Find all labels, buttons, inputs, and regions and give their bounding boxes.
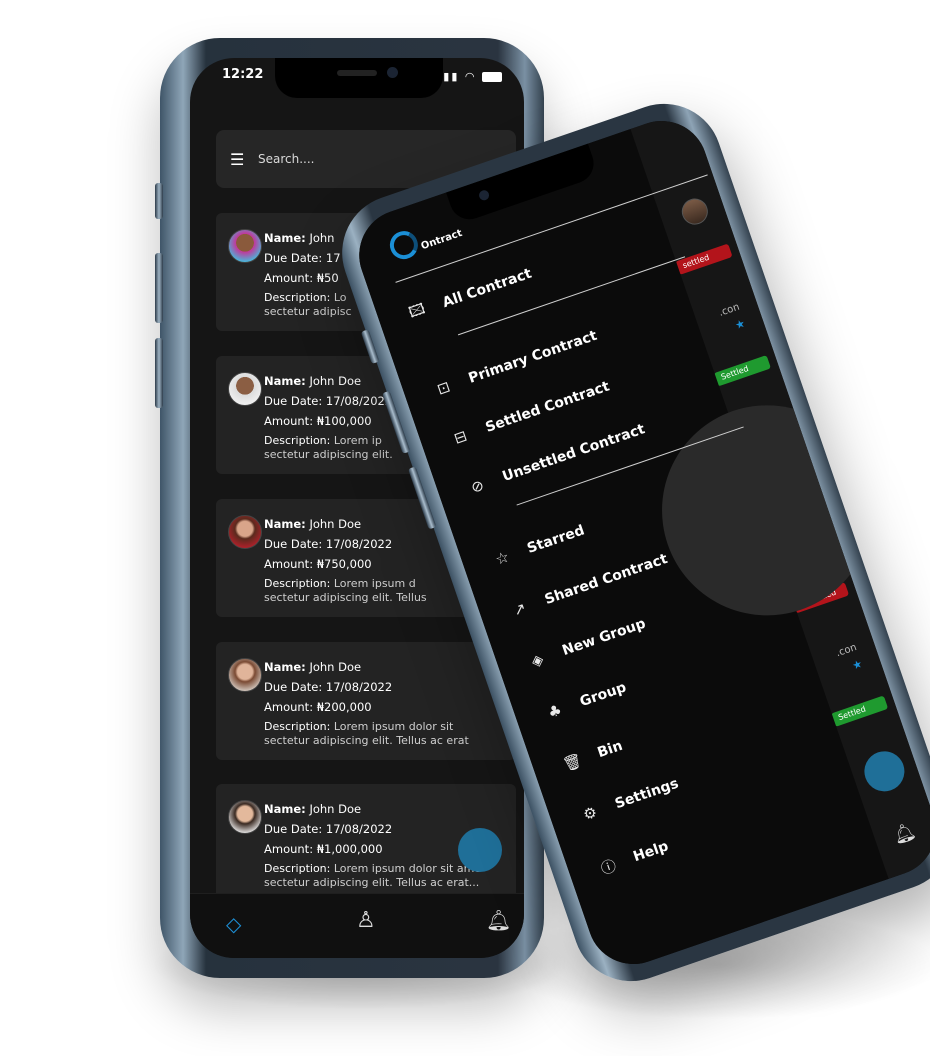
card-description-cont: sectetur adipisc [264, 305, 352, 318]
menu-item-label: Settled Contract [483, 378, 612, 436]
layers-plus-icon: ◈ [528, 649, 546, 671]
avatar [678, 195, 712, 229]
card-name: Name: John Doe [264, 517, 362, 531]
menu-item-label: Settings [613, 775, 681, 813]
card-description: Description: Lorem ipsum dolor sit [264, 720, 454, 733]
status-badge: settled [675, 243, 733, 275]
menu-item-label: Starred [525, 522, 587, 557]
card-description-cont: sectetur adipiscing elit. Tellus [264, 591, 427, 604]
status-icons: ▮▮ ◠ [443, 70, 502, 83]
menu-item-label: Help [631, 838, 671, 866]
bell-icon[interactable]: 🔔︎ [890, 820, 918, 847]
menu-item-bin[interactable]: 🗑︎ Bin [558, 732, 627, 779]
card-name: Name: John [264, 231, 335, 245]
menu-item-help[interactable]: ⓘ Help [593, 833, 672, 884]
signal-icon: ▮▮ [443, 70, 460, 83]
menu-item-label: Group [577, 679, 629, 711]
profile-icon[interactable]: ♙ [356, 908, 376, 933]
card-amount: Amount: ₦200,000 [264, 700, 372, 714]
status-badge: Settled [830, 695, 889, 727]
menu-item-new-group[interactable]: ◈ New Group [522, 610, 649, 677]
card-name: Name: John Doe [264, 802, 362, 816]
card-due-date: Due Date: 17/08/2022 [264, 680, 393, 694]
group-icon: ♣ [545, 700, 565, 723]
card-description-cont: sectetur adipiscing elit. [264, 448, 393, 461]
avatar [228, 372, 262, 406]
speaker [337, 70, 377, 76]
image-icon: 🖾 [406, 298, 428, 322]
card-description: Description: Lorem ipsum d [264, 577, 416, 590]
star-icon: ☆ [492, 547, 512, 569]
inbox-icon: ⊡ [434, 377, 453, 399]
app-logo: Ontract [419, 227, 464, 253]
card-description: Description: Lorem ipsum dolor sit ame [264, 862, 482, 875]
card-description: Description: Lo [264, 291, 347, 304]
card-amount: Amount: ₦100,000 [264, 414, 372, 428]
card-due-date: Due Date: 17/08/2022 [264, 822, 393, 836]
card-description: Description: Lorem ip [264, 434, 382, 447]
menu-item-starred[interactable]: ☆ Starred [487, 517, 588, 575]
avatar [228, 658, 262, 692]
card-description-cont: sectetur adipiscing elit. Tellus ac erat [264, 734, 469, 747]
wifi-icon: ◠ [464, 70, 477, 83]
notch [275, 58, 443, 98]
card-name: Name: John Doe [264, 660, 362, 674]
card-description-cont: sectetur adipiscing elit. Tellus ac erat… [264, 876, 480, 889]
menu-item-label: Unsettled Contract [500, 421, 648, 486]
avatar [228, 800, 262, 834]
card-amount: Amount: ₦750,000 [264, 557, 372, 571]
volume-up-button [155, 253, 163, 323]
menu-item-label: Shared Contract [542, 550, 670, 608]
bottom-nav: ◇ ♙ 🔔︎ [190, 893, 524, 958]
card-amount: Amount: ₦1,000,000 [264, 842, 383, 856]
logo-ring-icon [386, 227, 422, 263]
star-icon[interactable]: ★ [851, 657, 865, 673]
card-amount: Amount: ₦50 [264, 271, 339, 285]
star-icon[interactable]: ★ [733, 317, 747, 333]
email-snippet: .con [834, 641, 859, 660]
cash-off-icon: ⊘ [468, 475, 487, 497]
status-badge: Settled [713, 355, 772, 387]
share-icon: ↗ [510, 598, 529, 620]
menu-item-group[interactable]: ♣ Group [540, 674, 630, 728]
hamburger-menu-icon[interactable]: ☰ [230, 150, 244, 169]
card-due-date: Due Date: 17 [264, 251, 341, 265]
help-icon: ⓘ [598, 855, 619, 878]
bell-icon[interactable]: 🔔︎ [486, 908, 511, 932]
home-icon[interactable]: ◇ [226, 912, 241, 936]
status-time: 12:22 [222, 67, 264, 82]
avatar [228, 229, 262, 263]
mute-switch [155, 183, 163, 219]
menu-item-settings[interactable]: ⚙ Settings [575, 770, 683, 830]
contract-card[interactable]: Name: John Doe Due Date: 17/08/2022 Amou… [216, 642, 516, 760]
card-name: Name: John Doe [264, 374, 362, 388]
card-due-date: Due Date: 17/08/2022 [264, 394, 393, 408]
menu-item-label: Bin [595, 737, 625, 762]
menu-item-label: All Contract [440, 265, 534, 312]
battery-icon [482, 72, 502, 82]
search-input[interactable]: Search.... [258, 152, 314, 166]
front-camera [387, 67, 398, 78]
trash-icon: 🗑︎ [560, 750, 585, 775]
avatar [228, 515, 262, 549]
menu-item-all-contract[interactable]: 🖾 All Contract [403, 260, 536, 329]
front-camera [477, 188, 491, 202]
add-contract-button[interactable] [458, 828, 502, 872]
menu-item-label: Primary Contract [466, 327, 600, 387]
gear-icon: ⚙ [580, 802, 600, 825]
menu-item-label: New Group [560, 615, 648, 660]
email-snippet: .con [717, 301, 742, 319]
add-contract-button[interactable] [858, 745, 910, 797]
volume-down-button [155, 338, 163, 408]
card-due-date: Due Date: 17/08/2022 [264, 537, 393, 551]
cash-icon: ⊟ [451, 426, 470, 448]
